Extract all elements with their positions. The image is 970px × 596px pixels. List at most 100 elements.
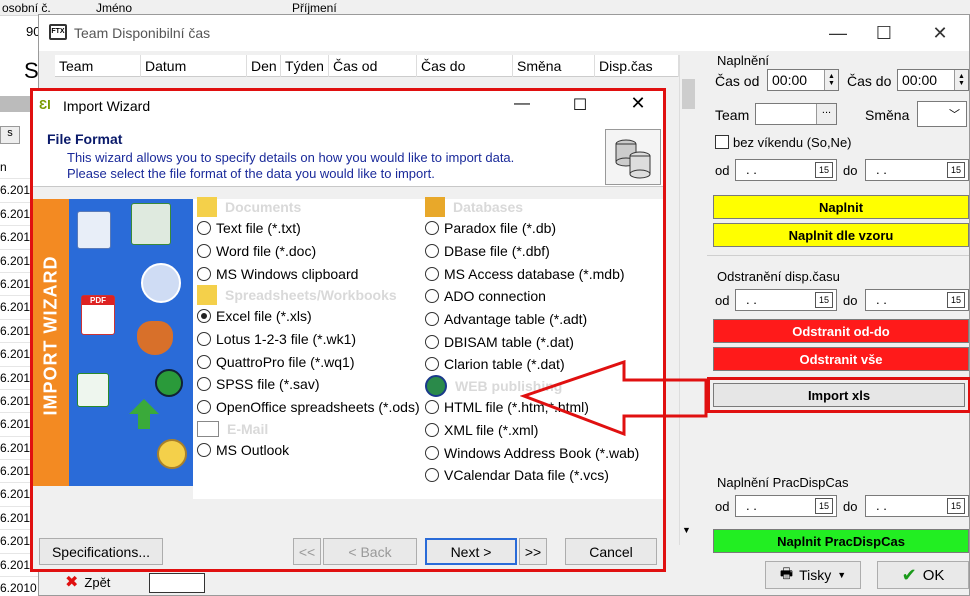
radio[interactable] [197, 377, 211, 392]
radio[interactable] [425, 244, 439, 259]
cas-do-input[interactable]: 00:00 ▲ ▼ [897, 69, 969, 91]
option-vcs[interactable]: VCalendar Data file (*.vcs) [425, 464, 661, 487]
radio[interactable] [197, 442, 211, 457]
radio[interactable] [197, 244, 211, 259]
first-page-button[interactable]: << [293, 538, 321, 565]
option-outlook-label: MS Outlook [216, 441, 290, 458]
naplnit-dle-vzoru-button[interactable]: Naplnit dle vzoru [713, 223, 969, 247]
option-vcs-label: VCalendar Data file (*.vcs) [444, 467, 609, 484]
naplnit-button[interactable]: Naplnit [713, 195, 969, 219]
radio[interactable] [425, 400, 439, 415]
calendar-icon[interactable]: 15 [815, 498, 833, 514]
option-ods[interactable]: OpenOffice spreadsheets (*.ods) [197, 396, 425, 419]
prac-do-date[interactable]: . . 15 [865, 495, 969, 517]
radio[interactable] [425, 221, 439, 236]
wizard-maximize-icon[interactable]: ☐ [565, 95, 595, 117]
team-window-titlebar: FTX Team Disponibilní čas — ☐ ✕ [39, 15, 969, 51]
option-adt[interactable]: Advantage table (*.adt) [425, 308, 661, 331]
option-dbisam[interactable]: DBISAM table (*.dat) [425, 330, 661, 353]
maximize-icon[interactable]: ☐ [861, 15, 907, 51]
minimize-icon[interactable]: — [815, 15, 861, 51]
option-dbf[interactable]: DBase file (*.dbf) [425, 240, 661, 263]
radio-selected[interactable] [197, 309, 211, 324]
option-outlook[interactable]: MS Outlook [197, 439, 425, 462]
calendar-icon[interactable]: 15 [815, 292, 833, 308]
col-cas-do[interactable]: Čas do [417, 55, 513, 77]
radio[interactable] [425, 468, 439, 483]
radio[interactable] [425, 422, 439, 437]
radio[interactable] [197, 354, 211, 369]
cas-od-input[interactable]: 00:00 ▲ ▼ [767, 69, 839, 91]
bg-small-button[interactable]: s [0, 126, 20, 144]
grid-scrollbar[interactable]: ▼ [679, 55, 697, 545]
col-den[interactable]: Den [247, 55, 281, 77]
col-smena[interactable]: Směna [513, 55, 595, 77]
team-input[interactable]: ... [755, 103, 837, 125]
close-icon[interactable]: ✕ [917, 15, 963, 51]
radio[interactable] [197, 400, 211, 415]
specifications-button[interactable]: Specifications... [39, 538, 163, 565]
col-cas-od[interactable]: Čas od [329, 55, 417, 77]
odstranit-vse-button[interactable]: Odstranit vše [713, 347, 969, 371]
ok-button[interactable]: ✔ OK [877, 561, 969, 589]
annotation-arrow [520, 360, 708, 437]
option-clipboard[interactable]: MS Windows clipboard [197, 262, 425, 285]
option-wab[interactable]: Windows Address Book (*.wab) [425, 441, 661, 464]
bez-vikendu-checkbox[interactable] [715, 135, 729, 149]
cas-do-spinner[interactable]: ▲ ▼ [954, 70, 968, 90]
cas-od-spinner[interactable]: ▲ ▼ [824, 70, 838, 90]
scroll-down-icon[interactable]: ▼ [682, 525, 691, 535]
naplneni-do-date[interactable]: . . 15 [865, 159, 969, 181]
col-team[interactable]: Team [55, 55, 141, 77]
back-button[interactable]: < Back [323, 538, 417, 565]
option-sav[interactable]: SPSS file (*.sav) [197, 373, 425, 396]
naplneni-od-date[interactable]: . . 15 [735, 159, 837, 181]
col-disp-cas[interactable]: Disp.čas [595, 55, 679, 77]
radio[interactable] [425, 357, 439, 372]
odstraneni-od-date[interactable]: . . 15 [735, 289, 837, 311]
calendar-icon[interactable]: 15 [947, 498, 965, 514]
calendar-icon[interactable]: 15 [947, 292, 965, 308]
col-datum[interactable]: Datum [141, 55, 247, 77]
wizard-minimize-icon[interactable]: — [507, 95, 537, 117]
import-xls-button[interactable]: Import xls [713, 383, 965, 407]
wizard-close-icon[interactable]: ✕ [623, 93, 653, 117]
option-db[interactable]: Paradox file (*.db) [425, 217, 661, 240]
bg-list-row[interactable]: 6.2010 [0, 577, 40, 596]
radio[interactable] [197, 332, 211, 347]
option-db-label: Paradox file (*.db) [444, 220, 557, 237]
team-browse-button[interactable]: ... [816, 104, 836, 124]
tisky-button[interactable]: 🖶 Tisky ▼ [765, 561, 861, 589]
import-arrow-icon [129, 399, 159, 429]
option-mdb-label: MS Access database (*.mdb) [444, 265, 625, 282]
option-ado[interactable]: ADO connection [425, 285, 661, 308]
radio[interactable] [425, 445, 439, 460]
cancel-button[interactable]: Cancel [565, 538, 657, 565]
prac-od-date[interactable]: . . 15 [735, 495, 837, 517]
calendar-icon[interactable]: 15 [815, 162, 833, 178]
radio[interactable] [425, 312, 439, 327]
scrollbar-thumb[interactable] [682, 79, 695, 109]
option-xls[interactable]: Excel file (*.xls) [197, 305, 425, 328]
odstraneni-do-date[interactable]: . . 15 [865, 289, 969, 311]
option-wq1[interactable]: QuattroPro file (*.wq1) [197, 350, 425, 373]
calendar-icon[interactable]: 15 [947, 162, 965, 178]
zpet-button[interactable]: ✖ Zpět [65, 571, 149, 593]
option-wk1[interactable]: Lotus 1-2-3 file (*.wk1) [197, 328, 425, 351]
next-button[interactable]: Next > [425, 538, 517, 565]
option-txt[interactable]: Text file (*.txt) [197, 217, 425, 240]
radio[interactable] [425, 266, 439, 281]
bottom-field[interactable] [149, 573, 205, 593]
option-mdb[interactable]: MS Access database (*.mdb) [425, 262, 661, 285]
radio[interactable] [425, 334, 439, 349]
last-page-button[interactable]: >> [519, 538, 547, 565]
option-doc[interactable]: Word file (*.doc) [197, 240, 425, 263]
odstraneni-od-placeholder: . . [746, 292, 757, 307]
odstranit-od-do-button[interactable]: Odstranit od-do [713, 319, 969, 343]
radio[interactable] [197, 266, 211, 281]
radio[interactable] [425, 289, 439, 304]
col-tyden[interactable]: Týden [281, 55, 329, 77]
naplnit-prac-button[interactable]: Naplnit PracDispCas [713, 529, 969, 553]
radio[interactable] [197, 221, 211, 236]
smena-select[interactable]: ﹀ [917, 101, 967, 127]
